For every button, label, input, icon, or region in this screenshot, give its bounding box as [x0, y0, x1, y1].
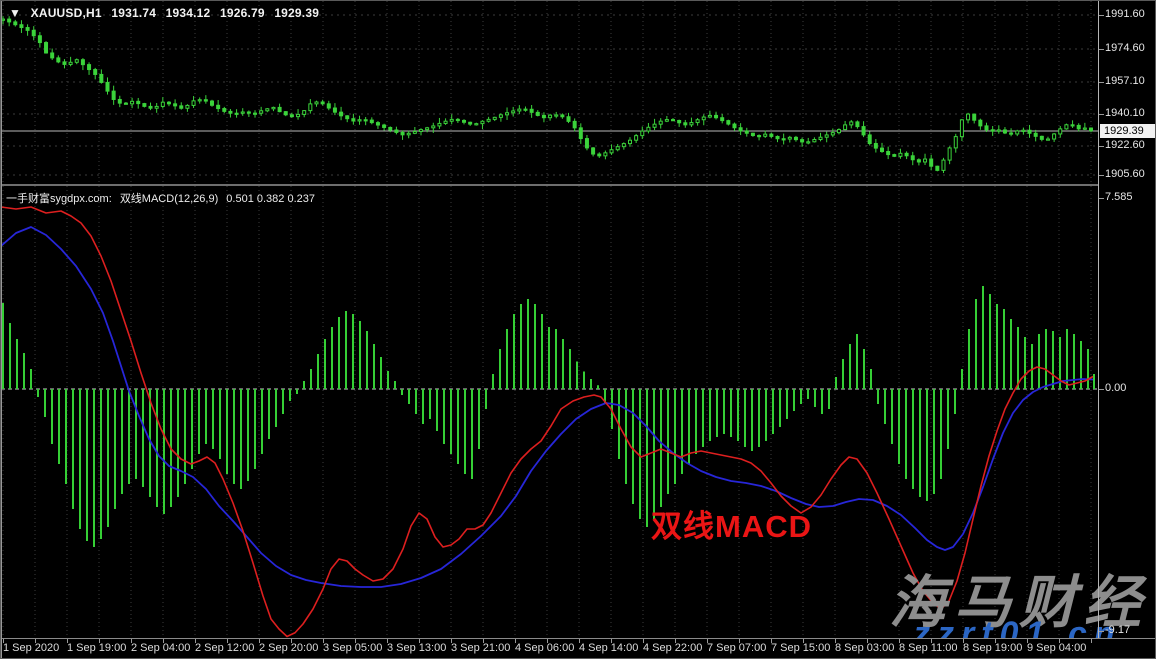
window-left-border: [1, 1, 2, 659]
ohlc-low-value: 1926.79: [220, 6, 265, 20]
indicator-values: 0.501 0.382 0.237: [226, 193, 315, 205]
macd-indicator-label: 双线MACD: [651, 501, 812, 546]
time-tick-label: 7 Sep 07:00: [707, 642, 766, 654]
macd-tick-mark: [1099, 198, 1104, 199]
price-tick-mark: [1099, 82, 1104, 83]
candlestick-pane[interactable]: [1, 1, 1098, 185]
macd-tick-label: 0.00: [1105, 382, 1126, 394]
time-tick-label: 2 Sep 12:00: [195, 642, 254, 654]
time-tick-label: 4 Sep 14:00: [579, 642, 638, 654]
macd-tick-mark: [1099, 389, 1104, 390]
price-tick-mark: [1099, 175, 1104, 176]
ohlc-open-value: 1931.74: [111, 6, 156, 20]
price-tick-label: 1957.10: [1105, 75, 1145, 87]
symbol-dropdown-marker-icon[interactable]: ▼: [9, 6, 21, 20]
macd-tick-label: 7.585: [1105, 191, 1133, 203]
time-tick-label: 8 Sep 03:00: [835, 642, 894, 654]
time-axis[interactable]: 1 Sep 2020 1 Sep 19:00 2 Sep 04:00 2 Sep 12…: [1, 639, 1156, 659]
time-tick-label: 4 Sep 06:00: [515, 642, 574, 654]
time-tick-label: 3 Sep 05:00: [323, 642, 382, 654]
price-tick-label: 1991.60: [1105, 8, 1145, 20]
time-tick-label: 8 Sep 11:00: [899, 642, 958, 654]
time-tick-mark: [1091, 639, 1092, 643]
time-tick-label: 9 Sep 04:00: [1027, 642, 1086, 654]
macd-tick-label: -9.17: [1105, 624, 1130, 636]
indicator-name-label: 双线MACD(12,26,9): [120, 193, 218, 205]
ohlc-high-value: 1934.12: [166, 6, 211, 20]
time-tick-label: 7 Sep 15:00: [771, 642, 830, 654]
time-tick-label: 3 Sep 21:00: [451, 642, 510, 654]
price-tick-label: 1974.60: [1105, 42, 1145, 54]
macd-tick-mark: [1099, 631, 1104, 632]
price-tick-mark: [1099, 15, 1104, 16]
ohlc-close-value: 1929.39: [274, 6, 319, 20]
time-tick-label: 2 Sep 04:00: [131, 642, 190, 654]
price-tick-mark: [1099, 49, 1104, 50]
price-tick-mark: [1099, 146, 1104, 147]
price-tick-mark: [1099, 114, 1104, 115]
price-axis[interactable]: 1929.39 1991.60 1974.60 1957.10 1940.10 1922…: [1098, 1, 1156, 638]
time-tick-label: 4 Sep 22:00: [643, 642, 702, 654]
current-price-box: 1929.39: [1100, 124, 1156, 138]
time-tick-label: 8 Sep 19:00: [963, 642, 1022, 654]
indicator-header: 一手财富sygdpx.com: 双线MACD(12,26,9) 0.501 0.…: [6, 190, 320, 206]
time-tick-label: 2 Sep 20:00: [259, 642, 318, 654]
price-tick-label: 1922.60: [1105, 139, 1145, 151]
symbol-header: ▼ XAUUSD,H1 1931.74 1934.12 1926.79 1929…: [9, 6, 325, 20]
candlestick-canvas[interactable]: [1, 1, 1098, 185]
symbol-timeframe-label: XAUUSD,H1: [31, 6, 102, 20]
price-tick-label: 1905.60: [1105, 168, 1145, 180]
mt4-chart-window: ▼ XAUUSD,H1 1931.74 1934.12 1926.79 1929…: [0, 0, 1156, 659]
time-tick-label: 3 Sep 13:00: [387, 642, 446, 654]
price-tick-label: 1940.10: [1105, 107, 1145, 119]
time-tick-label: 1 Sep 2020: [3, 642, 59, 654]
time-tick-label: 1 Sep 19:00: [67, 642, 126, 654]
indicator-site-prefix: 一手财富sygdpx.com:: [6, 193, 112, 205]
